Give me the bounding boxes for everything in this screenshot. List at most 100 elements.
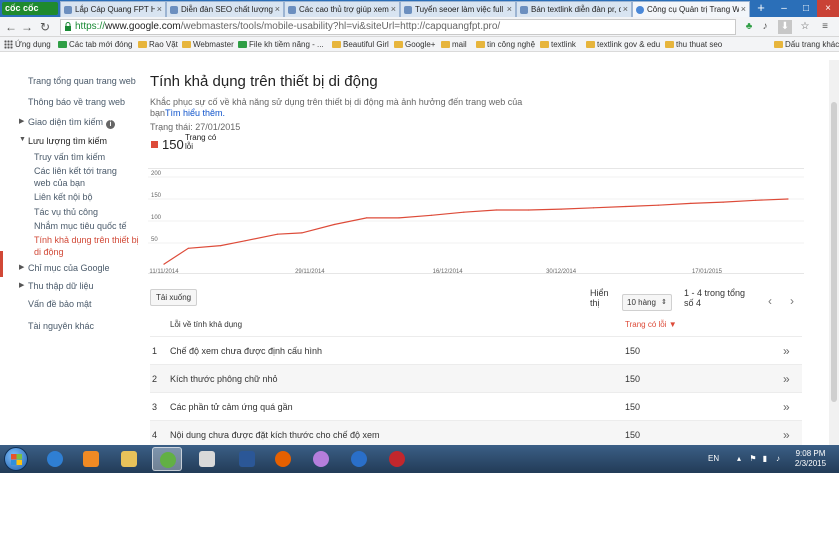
download-icon[interactable]: ⬇ (778, 20, 792, 34)
bookmark-folder[interactable]: textlink (540, 38, 576, 51)
sidebar-item-search-queries[interactable]: Truy vấn tìm kiếm (34, 152, 105, 162)
data-point[interactable] (592, 207, 595, 209)
bookmark-folder[interactable]: thu thuat seo (665, 38, 722, 51)
start-button[interactable] (4, 447, 28, 471)
sidebar-item-other-resources[interactable]: Tài nguyên khác (28, 321, 94, 331)
bookmark-recent-tabs[interactable]: Các tab mới đóng (58, 38, 133, 51)
details-chevron-icon[interactable]: » (783, 337, 790, 365)
browser-tab[interactable]: Bán textlink diễn đàn pr, di × (516, 1, 632, 17)
bookmark-folder[interactable]: Google+ (394, 38, 435, 51)
network-icon[interactable] (192, 447, 222, 471)
data-point[interactable] (187, 247, 189, 249)
data-point[interactable] (463, 211, 465, 213)
back-arrow-icon[interactable]: ← (4, 20, 18, 34)
browser-logo[interactable]: cốc cốc (2, 2, 58, 15)
column-header-issue[interactable]: Lỗi về tính khả dụng (170, 314, 242, 336)
sidebar-item-dashboard[interactable]: Trang tổng quan trang web (28, 76, 136, 86)
close-tab-icon[interactable]: × (507, 2, 512, 17)
data-point[interactable] (244, 240, 246, 242)
browser-tab[interactable]: Lắp Cáp Quang FPT Hà Nội× (60, 1, 166, 17)
data-point[interactable] (163, 263, 165, 265)
close-tab-icon[interactable]: × (741, 2, 746, 17)
data-point[interactable] (366, 217, 368, 219)
bookmark-folder[interactable]: textlink gov & edu (586, 38, 660, 51)
details-chevron-icon[interactable]: » (783, 365, 790, 393)
table-row[interactable]: 2 Kích thước phông chữ nhỏ 150 » (150, 364, 802, 392)
close-tab-icon[interactable]: × (623, 2, 628, 17)
data-point[interactable] (276, 233, 279, 235)
data-point[interactable] (301, 232, 303, 234)
clock[interactable]: 9:08 PM 2/3/2015 (788, 449, 833, 469)
table-row[interactable]: 1 Chế độ xem chưa được định cấu hình 150 » (150, 336, 802, 364)
bookmark-folder[interactable]: Webmaster (182, 38, 234, 51)
data-point[interactable] (787, 198, 789, 200)
sidebar-item-google-index[interactable]: ▶ Chỉ mục của Google (19, 263, 110, 273)
data-point[interactable] (560, 208, 562, 210)
close-window-icon[interactable]: × (817, 0, 839, 17)
browser-tab[interactable]: Tuyển seoer làm việc full t × (400, 1, 516, 17)
details-chevron-icon[interactable]: » (783, 421, 790, 445)
column-header-pages[interactable]: Trang có lỗi ▼ (625, 314, 677, 336)
network-signal-icon[interactable]: ▮ (760, 454, 770, 464)
star-icon[interactable]: ☆ (798, 20, 812, 34)
volume-icon[interactable]: ♪ (773, 454, 783, 464)
close-tab-icon[interactable]: × (275, 2, 280, 17)
bookmark-folder[interactable]: Rao Vặt (138, 38, 178, 51)
media-player-icon[interactable] (76, 447, 106, 471)
browser-tab[interactable]: Các cao thủ trợ giúp xem × (284, 1, 400, 17)
bookmark-folder[interactable]: Beautiful Girl (332, 38, 389, 51)
next-page-button[interactable]: › (782, 294, 802, 311)
sidebar-item-crawl[interactable]: ▶ Thu thập dữ liệu (19, 281, 94, 291)
data-point[interactable] (430, 214, 432, 216)
info-icon[interactable]: i (106, 120, 116, 129)
maximize-icon[interactable]: □ (795, 0, 817, 17)
data-point[interactable] (657, 204, 659, 206)
data-point[interactable] (755, 199, 757, 201)
firefox-icon[interactable] (268, 447, 298, 471)
game-icon[interactable] (382, 447, 412, 471)
data-point[interactable] (690, 202, 692, 204)
internet-explorer-icon[interactable] (40, 447, 70, 471)
sidebar-item-security-issues[interactable]: Vấn đề bảo mật (28, 299, 92, 309)
sidebar-item-international-targeting[interactable]: Nhắm mục tiêu quốc tế (34, 221, 127, 231)
data-point[interactable] (333, 223, 335, 226)
download-button[interactable]: Tải xuống (150, 289, 198, 306)
bookmark-apps[interactable]: Ứng dụng (4, 38, 51, 51)
sidebar-item-mobile-usability[interactable]: Tính khả dụng trên thiết bị di động (34, 234, 144, 258)
bookmark-other[interactable]: Dấu trang khác (774, 38, 839, 51)
legend-swatch[interactable] (151, 141, 158, 148)
scrollbar-thumb[interactable] (831, 102, 837, 402)
coccoc-extension-icon[interactable]: ♣ (742, 20, 756, 34)
data-point[interactable] (495, 209, 497, 211)
bookmark-folder[interactable]: mail (441, 38, 467, 51)
data-point[interactable] (625, 205, 627, 208)
data-point[interactable] (528, 209, 530, 211)
speaker-icon[interactable]: ♪ (758, 20, 772, 34)
reload-icon[interactable]: ↻ (38, 20, 52, 34)
forward-arrow-icon[interactable]: → (20, 20, 34, 34)
close-tab-icon[interactable]: × (157, 2, 162, 17)
table-row[interactable]: 4 Nội dung chưa được đặt kích thước cho c… (150, 420, 802, 445)
prev-page-button[interactable]: ‹ (760, 294, 780, 311)
bookmark-sheet[interactable]: File kh tiềm năng - ... (238, 38, 324, 51)
browser-tab[interactable]: Diễn đàn SEO chất lượng × (166, 1, 284, 17)
sidebar-item-search-appearance[interactable]: ▶ Giao diện tìm kiếm i (19, 117, 116, 129)
rows-per-page-select[interactable]: 10 hàng ⇕ (622, 294, 672, 311)
ccleaner-icon[interactable] (344, 447, 374, 471)
sidebar-item-manual-actions[interactable]: Tác vụ thủ công (34, 207, 98, 217)
file-explorer-icon[interactable] (114, 447, 144, 471)
flag-icon[interactable]: ⚑ (748, 454, 758, 464)
series-line[interactable] (163, 198, 789, 265)
bookmark-folder[interactable]: tin công nghệ (476, 38, 535, 51)
data-point[interactable] (220, 245, 222, 247)
details-chevron-icon[interactable]: » (783, 393, 790, 421)
browser-tab-active[interactable]: Công cụ Quản trị Trang W × (632, 1, 750, 17)
learn-more-link[interactable]: Tìm hiểu thêm. (165, 108, 225, 118)
url-input[interactable]: https://www.google.com/webmasters/tools/… (60, 19, 736, 35)
minimize-icon[interactable]: – (773, 0, 795, 17)
coccoc-browser-icon[interactable] (152, 447, 182, 471)
sidebar-item-search-traffic[interactable]: ▼ Lưu lượng tìm kiếm (19, 136, 107, 146)
word-icon[interactable] (232, 447, 262, 471)
menu-icon[interactable]: ≡ (818, 20, 832, 34)
sidebar-item-internal-links[interactable]: Liên kết nội bộ (34, 192, 93, 202)
